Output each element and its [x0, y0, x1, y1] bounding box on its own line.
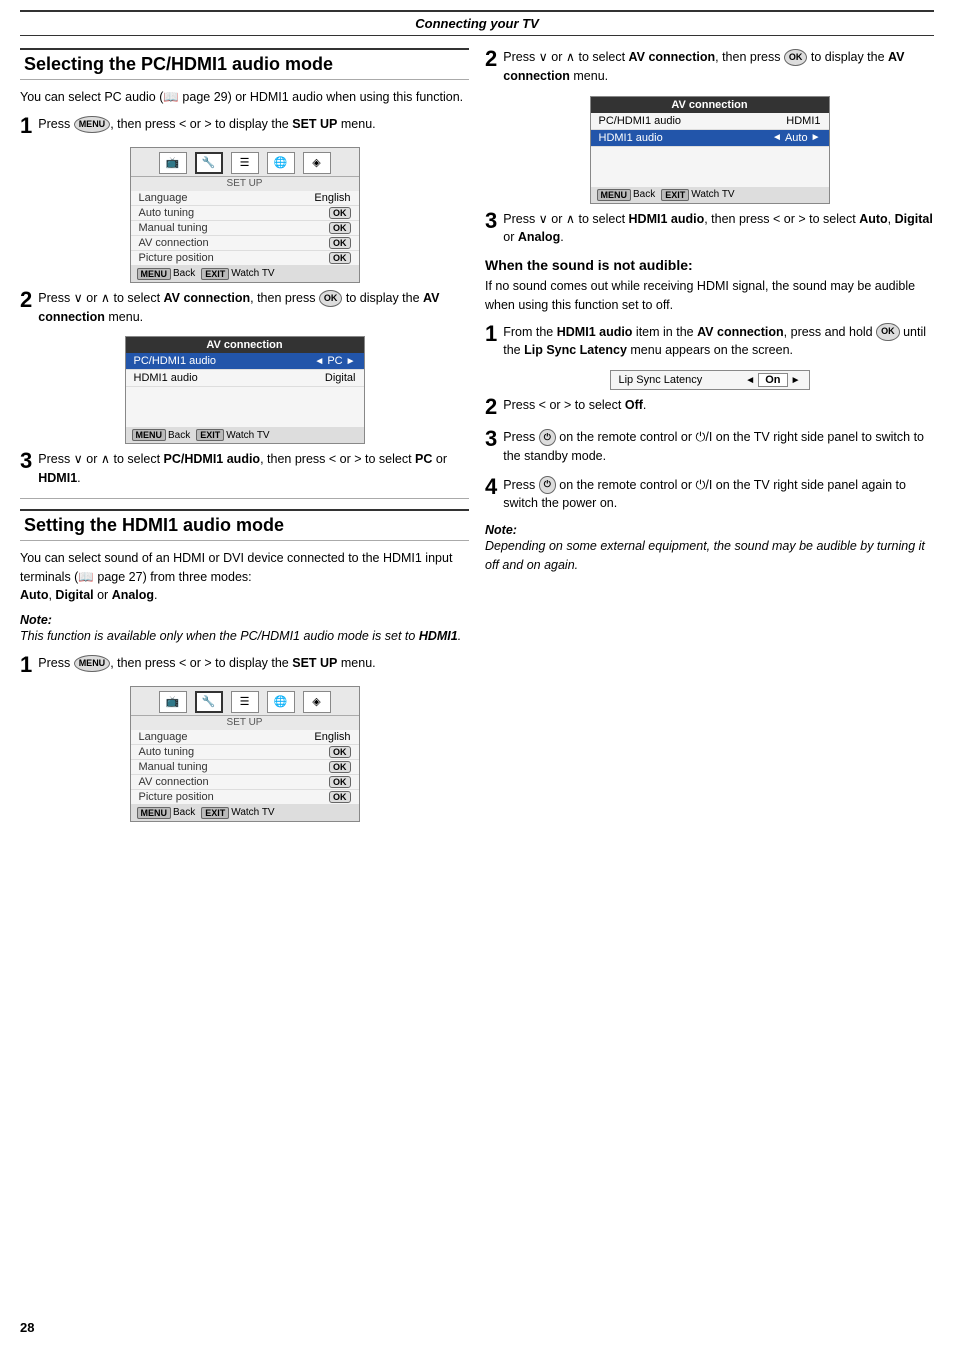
menu2-row-language: Language English [131, 730, 359, 745]
right-column: 2 Press ∨ or ∧ to select AV connection, … [485, 48, 934, 828]
audible-step4-text: Press ⏻ on the remote control or ⏻/I on … [503, 476, 934, 514]
av-menu-title-right: AV connection [591, 97, 829, 113]
nav-bar-2: MENU Back EXIT Watch TV [131, 805, 359, 821]
audible-step1: 1 From the HDMI1 audio item in the AV co… [485, 323, 934, 361]
audible-step4: 4 Press ⏻ on the remote control or ⏻/I o… [485, 476, 934, 514]
right-step-num-2: 2 [485, 48, 497, 70]
section-divider [20, 498, 469, 499]
lip-sync-menu: Lip Sync Latency ◄ On ► [610, 370, 810, 390]
setup-menu-1: 📺 🔧 ☰ 🌐 ◈ SET UP Language English Auto t… [130, 147, 360, 283]
menu2-row-autotuning: Auto tuning OK [131, 745, 359, 760]
audible-step3-text: Press ⏻ on the remote control or ⏻/I on … [503, 428, 934, 466]
right-step3: 3 Press ∨ or ∧ to select HDMI1 audio, th… [485, 210, 934, 248]
power-btn-4[interactable]: ⏻ [539, 476, 556, 494]
power-btn-3[interactable]: ⏻ [539, 429, 556, 447]
page-number: 28 [20, 1320, 34, 1335]
audible-step3: 3 Press ⏻ on the remote control or ⏻/I o… [485, 428, 934, 466]
page: Connecting your TV Selecting the PC/HDMI… [0, 0, 954, 1350]
lip-sync-value: ◄ On ► [745, 374, 800, 386]
left-column: Selecting the PC/HDMI1 audio mode You ca… [20, 48, 469, 828]
nav-bar-av1: MENU Back EXIT Watch TV [126, 427, 364, 443]
icon-tv: 📺 [159, 152, 187, 174]
audible-step1-text: From the HDMI1 audio item in the AV conn… [503, 323, 934, 361]
menu2-row-avconnection: AV connection OK [131, 775, 359, 790]
lip-sync-row: Lip Sync Latency ◄ On ► [611, 371, 809, 389]
ok-btn-right[interactable]: OK [784, 49, 808, 67]
two-column-layout: Selecting the PC/HDMI1 audio mode You ca… [20, 48, 934, 828]
right-step-num-3: 3 [485, 210, 497, 232]
nav-exit-watch: EXIT Watch TV [201, 268, 274, 280]
setup-label: SET UP [131, 177, 359, 191]
menu-row-autotuning: Auto tuning OK [131, 206, 359, 221]
setup-menu-2: 📺 🔧 ☰ 🌐 ◈ SET UP Language English Auto t… [130, 686, 360, 822]
menu-spacer-right [591, 147, 829, 187]
nav-bar-right: MENU Back EXIT Watch TV [591, 187, 829, 203]
section2-desc: You can select sound of an HDMI or DVI d… [20, 549, 469, 605]
audible-step-num-1: 1 [485, 323, 497, 345]
av-connection-menu-right: AV connection PC/HDMI1 audio HDMI1 HDMI1… [590, 96, 830, 204]
step-number-s2-1: 1 [20, 654, 32, 676]
section1-step3: 3 Press ∨ or ∧ to select PC/HDMI1 audio,… [20, 450, 469, 488]
icon-globe-2: 🌐 [267, 691, 295, 713]
icon-list: ☰ [231, 152, 259, 174]
audible-step-num-2: 2 [485, 396, 497, 418]
av-row-pchdmi1-right: PC/HDMI1 audio HDMI1 [591, 113, 829, 130]
icon-tool-2: 🔧 [195, 691, 223, 713]
section1-step2: 2 Press ∨ or ∧ to select AV connection, … [20, 289, 469, 327]
av-connection-menu-1: AV connection PC/HDMI1 audio ◄ PC ► HDMI… [125, 336, 365, 444]
ok-btn-inline[interactable]: OK [319, 290, 343, 308]
icon-tool: 🔧 [195, 152, 223, 174]
setup-label-2: SET UP [131, 716, 359, 730]
av-row-pchdmi1: PC/HDMI1 audio ◄ PC ► [126, 353, 364, 370]
page-header: Connecting your TV [20, 10, 934, 36]
right-note: Note: Depending on some external equipme… [485, 523, 934, 575]
menu-spacer [126, 387, 364, 427]
step2-text: Press ∨ or ∧ to select AV connection, th… [38, 289, 469, 327]
right-step2: 2 Press ∨ or ∧ to select AV connection, … [485, 48, 934, 86]
icon-ctrl-2: ◈ [303, 691, 331, 713]
menu2-row-manualtuning: Manual tuning OK [131, 760, 359, 775]
step-number-3: 3 [20, 450, 32, 472]
lip-sync-label: Lip Sync Latency [619, 374, 703, 386]
av-menu-title: AV connection [126, 337, 364, 353]
menu-row-manualtuning: Manual tuning OK [131, 221, 359, 236]
right-step2-text: Press ∨ or ∧ to select AV connection, th… [503, 48, 934, 86]
av-row-hdmi1-right: HDMI1 audio ◄ Auto ► [591, 130, 829, 147]
menu-btn[interactable]: MENU [74, 116, 111, 134]
right-step3-text: Press ∨ or ∧ to select HDMI1 audio, then… [503, 210, 934, 248]
step3-text: Press ∨ or ∧ to select PC/HDMI1 audio, t… [38, 450, 469, 488]
section2-step1: 1 Press MENU, then press < or > to displ… [20, 654, 469, 676]
section1-title: Selecting the PC/HDMI1 audio mode [20, 48, 469, 80]
menu2-row-picturepos: Picture position OK [131, 790, 359, 805]
section2-step1-text: Press MENU, then press < or > to display… [38, 654, 469, 673]
when-not-audible-title: When the sound is not audible: [485, 257, 934, 273]
menu-btn-2[interactable]: MENU [74, 655, 111, 673]
section1-desc: You can select PC audio (📖 page 29) or H… [20, 88, 469, 107]
page-header-title: Connecting your TV [415, 16, 539, 31]
nav-bar-1: MENU Back EXIT Watch TV [131, 266, 359, 282]
step-number-2: 2 [20, 289, 32, 311]
icon-ctrl: ◈ [303, 152, 331, 174]
menu-row-language: Language English [131, 191, 359, 206]
audible-step-num-3: 3 [485, 428, 497, 450]
step-number: 1 [20, 115, 32, 137]
menu-row-picturepos: Picture position OK [131, 251, 359, 266]
audible-step2: 2 Press < or > to select Off. [485, 396, 934, 418]
menu-row-avconnection: AV connection OK [131, 236, 359, 251]
when-not-audible-desc: If no sound comes out while receiving HD… [485, 277, 934, 315]
icon-tv-2: 📺 [159, 691, 187, 713]
section2-title: Setting the HDMI1 audio mode [20, 509, 469, 541]
menu-icons-row: 📺 🔧 ☰ 🌐 ◈ [131, 148, 359, 177]
icon-list-2: ☰ [231, 691, 259, 713]
section1-step1: 1 Press MENU, then press < or > to displ… [20, 115, 469, 137]
audible-step-num-4: 4 [485, 476, 497, 498]
step1-text: Press MENU, then press < or > to display… [38, 115, 469, 134]
nav-menu-back: MENU Back [137, 268, 196, 280]
audible-step2-text: Press < or > to select Off. [503, 396, 934, 415]
section2-note: Note: This function is available only wh… [20, 613, 469, 646]
icon-globe: 🌐 [267, 152, 295, 174]
ok-btn-hold[interactable]: OK [876, 323, 900, 341]
av-row-hdmi1: HDMI1 audio Digital [126, 370, 364, 387]
menu-icons-row-2: 📺 🔧 ☰ 🌐 ◈ [131, 687, 359, 716]
